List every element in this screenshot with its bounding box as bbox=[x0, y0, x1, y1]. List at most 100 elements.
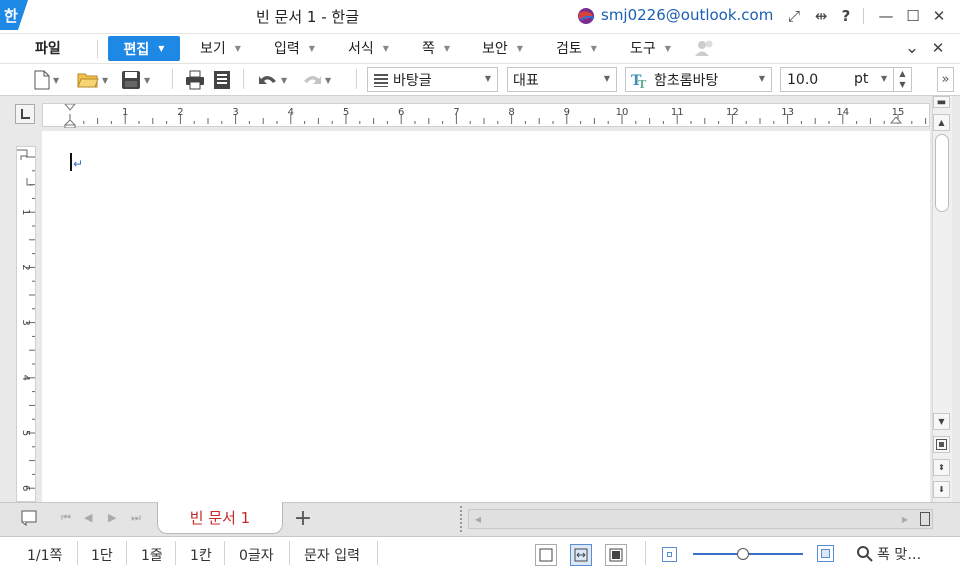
menu-security[interactable]: 보안 ▼ bbox=[482, 35, 523, 61]
fullscreen-icon[interactable]: ⤢ bbox=[782, 4, 806, 28]
status-section[interactable]: 1단 bbox=[91, 545, 113, 565]
maximize-button[interactable]: ☐ bbox=[901, 4, 925, 28]
split-handle-icon[interactable]: ▬ bbox=[933, 96, 950, 108]
ribbon-collapse-icon[interactable]: ⌄ bbox=[900, 36, 924, 60]
full-page-view-button[interactable] bbox=[605, 544, 627, 566]
toolbar-expand-button[interactable]: » bbox=[937, 67, 954, 92]
font-size-unit: pt bbox=[854, 71, 869, 87]
scroll-splitter[interactable] bbox=[460, 506, 464, 532]
language-select[interactable]: 대표 ▼ bbox=[507, 67, 617, 92]
spin-down-icon[interactable]: ▼ bbox=[894, 79, 911, 90]
chevron-down-icon: ▼ bbox=[758, 74, 765, 83]
scroll-end-marker-icon[interactable] bbox=[920, 512, 930, 526]
collab-icon[interactable] bbox=[694, 38, 716, 62]
zoom-mode-label: 폭 맞… bbox=[877, 547, 922, 563]
ruler-label: 13 bbox=[781, 107, 794, 118]
print-preview-button[interactable] bbox=[213, 68, 231, 92]
tab-view-icon[interactable] bbox=[21, 510, 37, 530]
page-view-icon[interactable] bbox=[933, 436, 950, 453]
vertical-ruler[interactable]: 1 2 3 4 5 6 bbox=[16, 146, 36, 502]
last-tab-icon[interactable]: ⏭ bbox=[131, 511, 141, 525]
ruler-label: 12 bbox=[726, 107, 739, 118]
paragraph-style-icon bbox=[374, 73, 388, 87]
zoom-in-button[interactable] bbox=[817, 545, 834, 562]
ruler-label: 4 bbox=[288, 107, 294, 118]
next-tab-icon[interactable]: ▶ bbox=[108, 511, 116, 524]
status-separator bbox=[289, 541, 290, 565]
spin-up-icon[interactable]: ▲ bbox=[894, 68, 911, 79]
vertical-scroll-thumb[interactable] bbox=[935, 134, 949, 212]
menu-page[interactable]: 쪽 ▼ bbox=[422, 35, 450, 61]
title-separator bbox=[863, 8, 864, 24]
vertical-margin-marker-icon[interactable] bbox=[15, 148, 35, 188]
scroll-down-button[interactable]: ▼ bbox=[933, 413, 950, 430]
user-avatar-icon[interactable] bbox=[575, 7, 597, 25]
scroll-up-button[interactable]: ▲ bbox=[933, 114, 950, 131]
ruler-label: 11 bbox=[671, 107, 684, 118]
horizontal-scrollbar[interactable]: ◀ ▶ bbox=[468, 509, 933, 529]
font-size-spinner[interactable]: ▲ ▼ bbox=[893, 68, 911, 91]
normal-view-button[interactable] bbox=[535, 544, 557, 566]
status-separator bbox=[77, 541, 78, 565]
menu-view[interactable]: 보기 ▼ bbox=[200, 35, 241, 61]
add-tab-button[interactable]: + bbox=[283, 503, 323, 533]
new-document-button[interactable]: ▼ bbox=[34, 68, 59, 92]
menu-edit-label: 편집 bbox=[123, 41, 150, 58]
ruler-label: 7 bbox=[453, 107, 459, 118]
tab-document[interactable]: 빈 문서 1 bbox=[157, 502, 283, 534]
menu-format[interactable]: 서식 ▼ bbox=[348, 35, 389, 61]
preview-icon bbox=[214, 71, 230, 89]
status-line[interactable]: 1줄 bbox=[141, 545, 163, 565]
save-button[interactable]: ▼ bbox=[121, 68, 150, 92]
zoom-slider-thumb[interactable] bbox=[736, 548, 749, 560]
scroll-right-button[interactable]: ▶ bbox=[896, 510, 914, 528]
menu-edit[interactable]: 편집 ▼ bbox=[108, 36, 180, 61]
redo-button[interactable]: ▼ bbox=[302, 68, 331, 92]
user-email[interactable]: smj0226@outlook.com bbox=[601, 6, 773, 24]
horizontal-ruler[interactable]: 1 2 3 4 5 6 7 8 9 10 11 12 13 14 15 bbox=[42, 103, 930, 128]
menu-file[interactable]: 파일 bbox=[35, 35, 61, 61]
ruler-label: 9 bbox=[564, 107, 570, 118]
zoom-mode-select[interactable]: 폭 맞… bbox=[856, 544, 921, 564]
split-view-icon[interactable]: ⇹ bbox=[809, 4, 833, 28]
ruler-label: 14 bbox=[836, 107, 849, 118]
previous-page-icon[interactable]: ⬍ bbox=[933, 459, 950, 476]
chevron-down-icon: ▼ bbox=[590, 43, 597, 53]
menu-page-label: 쪽 bbox=[422, 41, 435, 57]
font-size-field[interactable]: 10.0 pt ▼ ▲ ▼ bbox=[780, 67, 912, 92]
status-column[interactable]: 1칸 bbox=[190, 545, 212, 565]
paragraph-mark: ↵ bbox=[73, 157, 84, 171]
status-separator bbox=[224, 541, 225, 565]
next-page-icon[interactable]: ⬇ bbox=[933, 481, 950, 498]
status-page[interactable]: 1/1쪽 bbox=[27, 545, 62, 565]
tab-stop-selector[interactable] bbox=[15, 104, 35, 124]
menu-insert[interactable]: 입력 ▼ bbox=[274, 35, 315, 61]
chevron-down-icon: ▼ bbox=[516, 43, 523, 53]
font-select[interactable]: TT 함초롬바탕 ▼ bbox=[625, 67, 772, 92]
style-select[interactable]: 바탕글 ▼ bbox=[367, 67, 498, 92]
previous-tab-icon[interactable]: ◀ bbox=[84, 511, 92, 524]
zoom-out-button[interactable] bbox=[662, 547, 677, 562]
chevron-down-icon: ▼ bbox=[102, 75, 109, 85]
first-tab-icon[interactable]: ⏮ bbox=[61, 511, 71, 525]
close-button[interactable]: ✕ bbox=[927, 4, 951, 28]
fit-width-view-button[interactable] bbox=[570, 544, 592, 566]
menu-tools[interactable]: 도구 ▼ bbox=[630, 35, 671, 61]
minimize-button[interactable]: — bbox=[874, 4, 898, 28]
status-separator bbox=[126, 541, 127, 565]
indent-marker-icon[interactable] bbox=[64, 104, 76, 128]
scroll-left-button[interactable]: ◀ bbox=[469, 510, 487, 528]
toolbar-separator bbox=[243, 69, 244, 89]
print-button[interactable] bbox=[185, 68, 205, 92]
status-input-mode[interactable]: 문자 입력 bbox=[304, 545, 360, 565]
document-close-button[interactable]: ✕ bbox=[926, 36, 950, 60]
menu-review[interactable]: 검토 ▼ bbox=[556, 35, 597, 61]
right-indent-marker-icon[interactable] bbox=[890, 117, 902, 127]
undo-button[interactable]: ▼ bbox=[258, 68, 287, 92]
undo-icon bbox=[259, 75, 276, 84]
status-char-count[interactable]: 0글자 bbox=[239, 545, 274, 565]
font-select-value: 함초롬바탕 bbox=[654, 72, 719, 89]
open-button[interactable]: ▼ bbox=[77, 68, 108, 92]
help-icon[interactable]: ? bbox=[834, 4, 858, 28]
document-page[interactable] bbox=[42, 131, 930, 502]
